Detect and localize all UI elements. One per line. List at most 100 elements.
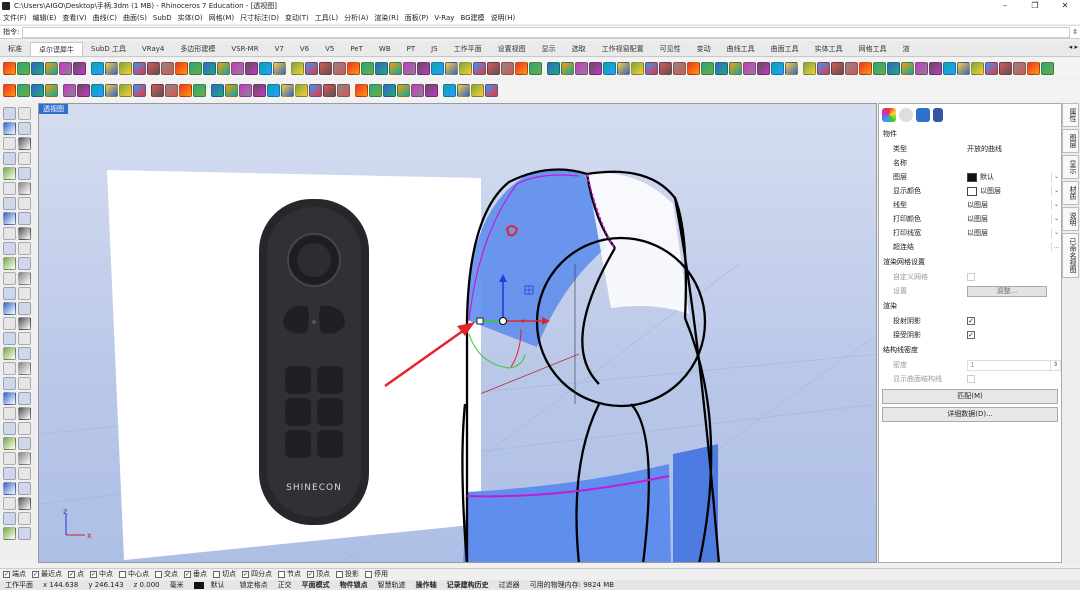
toolbar-button-icon[interactable] [31,61,44,75]
maximize-button[interactable]: ❐ [1020,0,1050,12]
toolbar-button-icon[interactable] [17,83,30,97]
toolbar-button-icon[interactable] [645,61,658,75]
left-tool-icon[interactable] [18,482,31,495]
toolbar-button-icon[interactable] [17,61,30,75]
toolbar-button-icon[interactable] [245,61,258,75]
left-tool-icon[interactable] [3,227,16,240]
left-tool-icon[interactable] [3,107,16,120]
left-tool-icon[interactable] [18,212,31,225]
menu-item[interactable]: 曲面(S) [123,13,147,23]
left-tool-icon[interactable] [18,422,31,435]
toolbar-button-icon[interactable] [575,61,588,75]
osnap-option[interactable]: ✓ 垂点 [184,569,207,579]
osnap-checkbox[interactable]: ✓ [3,570,10,578]
toolbar-button-icon[interactable] [347,61,360,75]
left-tool-icon[interactable] [18,272,31,285]
toolbar-tab[interactable]: 工作视窗配置 [594,42,652,56]
tab-scroll-arrows[interactable]: ◂ ▸ [1069,43,1078,51]
status-filter[interactable]: 过滤器 [494,580,525,590]
toolbar-button-icon[interactable] [887,61,900,75]
toolbar-button-icon[interactable] [631,61,644,75]
toolbar-button-icon[interactable] [743,61,756,75]
toolbar-button-icon[interactable] [105,61,118,75]
left-tool-icon[interactable] [3,212,16,225]
left-tool-icon[interactable] [18,347,31,360]
left-tool-icon[interactable] [18,257,31,270]
toolbar-button-icon[interactable] [165,83,178,97]
left-tool-icon[interactable] [18,467,31,480]
toolbar-button-icon[interactable] [323,83,336,97]
toolbar-button-icon[interactable] [873,61,886,75]
toolbar-button-icon[interactable] [985,61,998,75]
toolbar-button-icon[interactable] [487,61,500,75]
left-tool-icon[interactable] [3,347,16,360]
left-tool-icon[interactable] [3,332,16,345]
left-tool-icon[interactable] [18,302,31,315]
toolbar-button-icon[interactable] [1013,61,1026,75]
custom-mesh-checkbox[interactable] [967,273,975,281]
osnap-checkbox[interactable] [155,570,162,578]
property-value-field[interactable]: 以图层 ⌄ [967,200,1061,210]
show-isocurves-checkbox[interactable] [967,375,975,383]
property-value-field[interactable]: 以图层 ⌄ [967,214,1061,224]
texture-icon[interactable] [916,108,930,122]
toolbar-button-icon[interactable] [957,61,970,75]
left-tool-icon[interactable] [18,242,31,255]
toolbar-button-icon[interactable] [425,83,438,97]
toolbar-button-icon[interactable] [179,83,192,97]
left-tool-icon[interactable] [18,182,31,195]
toolbar-button-icon[interactable] [175,61,188,75]
menu-item[interactable]: 曲线(C) [93,13,117,23]
toolbar-tab[interactable]: V5 [317,42,342,56]
toolbar-button-icon[interactable] [929,61,942,75]
left-tool-icon[interactable] [18,452,31,465]
toolbar-button-icon[interactable] [999,61,1012,75]
toolbar-button-icon[interactable] [193,83,206,97]
left-tool-icon[interactable] [18,512,31,525]
toolbar-button-icon[interactable] [459,61,472,75]
left-tool-icon[interactable] [3,452,16,465]
toolbar-button-icon[interactable] [529,61,542,75]
left-tool-icon[interactable] [18,362,31,375]
dropdown-arrow-icon[interactable]: ⌄ [1051,214,1061,224]
toolbar-button-icon[interactable] [785,61,798,75]
left-tool-icon[interactable] [18,392,31,405]
toolbar-button-icon[interactable] [845,61,858,75]
toolbar-button-icon[interactable] [259,61,272,75]
toolbar-button-icon[interactable] [473,61,486,75]
toolbar-button-icon[interactable] [417,61,430,75]
toolbar-button-icon[interactable] [383,83,396,97]
status-history[interactable]: 记录建构历史 [442,580,494,590]
adjust-mesh-button[interactable]: 调整... [967,285,1047,297]
osnap-checkbox[interactable] [119,570,126,578]
toolbar-button-icon[interactable] [203,61,216,75]
decal-icon[interactable] [933,108,943,122]
toolbar-button-icon[interactable] [369,83,382,97]
left-tool-icon[interactable] [3,437,16,450]
receive-shadows-checkbox[interactable]: ✓ [967,331,975,339]
osnap-option[interactable]: ✓ 顶点 [307,569,330,579]
osnap-option[interactable]: 投影 [336,569,359,579]
toolbar-button-icon[interactable] [901,61,914,75]
left-tool-icon[interactable] [18,137,31,150]
left-tool-icon[interactable] [3,137,16,150]
toolbar-button-icon[interactable] [803,61,816,75]
toolbar-button-icon[interactable] [715,61,728,75]
toolbar-button-icon[interactable] [31,83,44,97]
toolbar-button-icon[interactable] [333,61,346,75]
command-input[interactable] [22,26,1070,38]
toolbar-button-icon[interactable] [291,61,304,75]
menu-item[interactable]: SubD [153,14,172,22]
toolbar-button-icon[interactable] [589,61,602,75]
toolbar-tab[interactable]: VSR-MR [223,42,266,56]
left-tool-icon[interactable] [3,302,16,315]
left-tool-icon[interactable] [18,527,31,540]
left-tool-icon[interactable] [18,332,31,345]
left-tool-icon[interactable] [3,182,16,195]
toolbar-button-icon[interactable] [63,83,76,97]
left-tool-icon[interactable] [3,422,16,435]
status-planar[interactable]: 平面模式 [297,580,335,590]
material-icon[interactable] [899,108,913,122]
toolbar-button-icon[interactable] [515,61,528,75]
dropdown-arrow-icon[interactable]: ⌄ [1051,228,1061,238]
